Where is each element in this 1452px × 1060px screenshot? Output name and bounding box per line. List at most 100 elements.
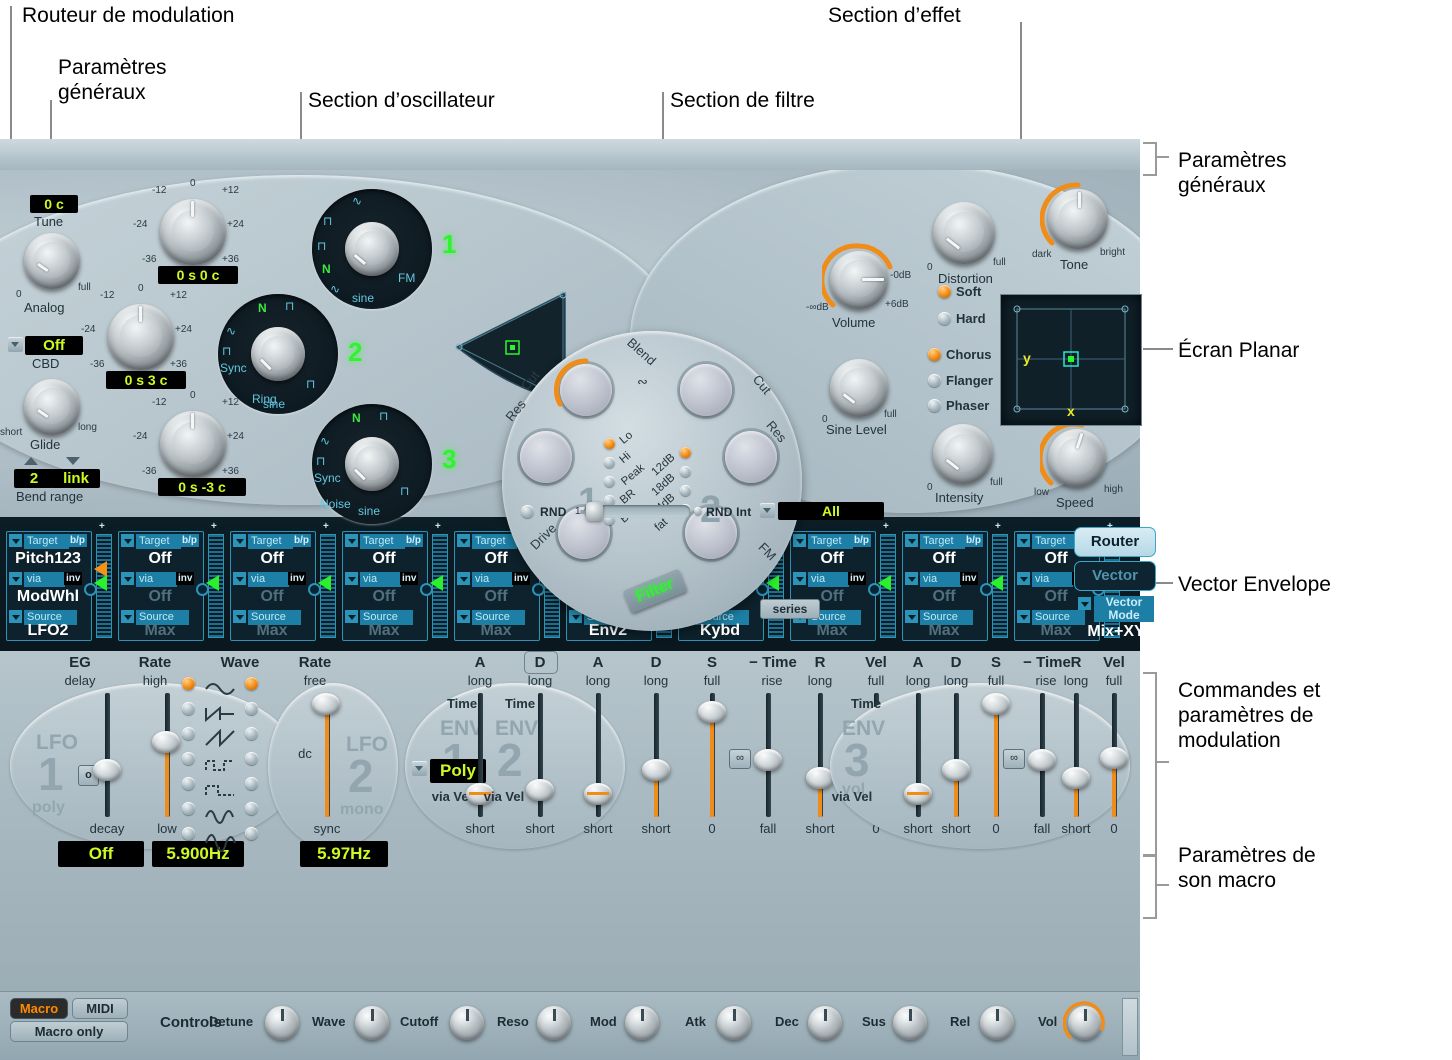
osc3-wave-square-glyph: ⊓ xyxy=(379,409,389,423)
rnd-led[interactable] xyxy=(521,505,534,518)
osc2-pitch-value[interactable]: 0 s 3 c xyxy=(106,371,186,389)
osc1-pitch-value[interactable]: 0 s 0 c xyxy=(158,266,238,284)
bend-range-value[interactable]: 2 xyxy=(14,469,54,488)
filter-slope-row-18[interactable] xyxy=(680,463,691,482)
intensity-max: full xyxy=(990,477,1003,488)
osc3-scale-minus24: -24 xyxy=(133,431,148,442)
filter2-res-knob[interactable] xyxy=(725,431,777,483)
macro-tab[interactable]: Macro xyxy=(10,998,68,1019)
macro-scrollbar[interactable] xyxy=(1122,998,1138,1056)
macro-knob-rel[interactable] xyxy=(980,1006,1014,1040)
sine-level-label: Sine Level xyxy=(826,422,887,437)
bend-link-value[interactable]: link xyxy=(52,469,100,488)
filter1-cut-arc xyxy=(554,358,589,407)
filter-slope-row-12[interactable] xyxy=(680,444,691,463)
bend-up-arrow[interactable] xyxy=(24,457,38,465)
osc3-pitch-knob[interactable] xyxy=(160,411,226,477)
filter1-res-knob[interactable] xyxy=(520,431,572,483)
osc3-wave-knob[interactable] xyxy=(345,437,399,491)
bend-down-arrow[interactable] xyxy=(66,457,80,465)
speed-arc xyxy=(1040,421,1085,486)
phaser-led[interactable] xyxy=(928,399,941,412)
osc2-pitch-knob[interactable] xyxy=(108,304,174,370)
midi-tab[interactable]: MIDI xyxy=(72,998,128,1019)
rnd-int-led[interactable] xyxy=(694,507,702,515)
filter-mode-row-hi[interactable] xyxy=(604,454,615,473)
analog-label: Analog xyxy=(24,300,65,315)
macro-only-button[interactable]: Macro only xyxy=(10,1021,128,1042)
macro-knob-label-mod: Mod xyxy=(590,1014,617,1029)
rnd-slider-thumb[interactable] xyxy=(586,502,603,521)
macro-knob-mod[interactable] xyxy=(625,1006,659,1040)
hard-label[interactable]: Hard xyxy=(956,311,986,326)
macro-knob-wave[interactable] xyxy=(355,1006,389,1040)
cbd-value[interactable]: Off xyxy=(25,336,83,355)
speed-max: high xyxy=(1104,484,1123,495)
osc3-wave-saw-glyph: ∿ xyxy=(320,434,331,448)
flanger-led[interactable] xyxy=(928,374,941,387)
intensity-knob[interactable] xyxy=(933,424,993,484)
filter-slope-led-18db[interactable] xyxy=(680,466,691,478)
macro-knob-reso[interactable] xyxy=(537,1006,571,1040)
volume-label: Volume xyxy=(832,315,876,330)
filter-blend-knob-icon[interactable]: ∾ xyxy=(637,374,648,390)
sine-level-knob[interactable] xyxy=(830,359,888,417)
filter-slope-led-24db[interactable] xyxy=(680,485,691,497)
analog-min: 0 xyxy=(16,289,22,300)
osc2-scale-plus36: +36 xyxy=(170,359,187,370)
rnd-target-dropdown-arrow[interactable] xyxy=(760,503,775,518)
osc1-wave-sine-glyph: ∿ xyxy=(352,194,363,208)
tune-label: Tune xyxy=(34,214,64,229)
osc2-wave-sync-label: Sync xyxy=(220,361,247,375)
filter-mode-row-lo[interactable] xyxy=(604,435,615,454)
filter-routing-button[interactable]: series xyxy=(760,599,820,619)
osc3-pitch-value[interactable]: 0 s -3 c xyxy=(158,478,246,496)
osc3-scale-plus12: +12 xyxy=(222,397,239,408)
chorus-led[interactable] xyxy=(928,348,941,361)
osc1-scale-minus12: -12 xyxy=(152,185,167,196)
cbd-dropdown-arrow[interactable] xyxy=(8,337,23,352)
filter2-cut-knob[interactable] xyxy=(680,364,732,416)
bracket-general-params-right xyxy=(1143,142,1157,176)
sine-level-max: full xyxy=(884,409,897,420)
filter-mode-row-peak[interactable] xyxy=(604,473,615,492)
leader-general-params-left xyxy=(50,100,52,139)
tune-value[interactable]: 0 c xyxy=(30,195,78,213)
filter-mode-led-hi[interactable] xyxy=(604,457,615,469)
macro-knob-cutoff[interactable] xyxy=(450,1006,484,1040)
intensity-label: Intensity xyxy=(935,490,984,505)
glide-knob[interactable] xyxy=(24,379,80,435)
osc2-wave-knob[interactable] xyxy=(251,327,305,381)
osc1-scale-plus24: +24 xyxy=(227,219,244,230)
soft-label[interactable]: Soft xyxy=(956,284,981,299)
glide-max: long xyxy=(78,422,97,433)
filter-slope-led-12db[interactable] xyxy=(680,447,691,459)
osc1-wave-max-label: FM xyxy=(398,271,416,285)
es2-synth-window: Poly Mono Legato 8 Voices Unison free Os… xyxy=(0,139,1156,1060)
hard-led[interactable] xyxy=(938,312,951,325)
planar-display[interactable]: y x xyxy=(1000,294,1142,426)
macro-knob-sus-pointer xyxy=(909,1009,912,1021)
distortion-knob[interactable] xyxy=(933,202,995,264)
glide-min: short xyxy=(0,427,23,438)
tone-label: Tone xyxy=(1060,257,1089,272)
macro-knob-sus[interactable] xyxy=(893,1006,927,1040)
rnd-label: RND xyxy=(540,505,567,519)
annotation-general-params-left: Paramètres généraux xyxy=(58,56,167,104)
macro-knob-dec[interactable] xyxy=(808,1006,842,1040)
flanger-label[interactable]: Flanger xyxy=(946,373,993,388)
macro-knob-atk[interactable] xyxy=(717,1006,751,1040)
rnd-target-value[interactable]: All xyxy=(778,502,884,520)
filter-slope-row-24[interactable] xyxy=(680,482,691,501)
osc1-pitch-knob[interactable] xyxy=(160,199,226,265)
soft-led[interactable] xyxy=(938,285,951,298)
macro-knob-detune[interactable] xyxy=(265,1006,299,1040)
filter-mode-led-lo[interactable] xyxy=(604,438,615,450)
phaser-label[interactable]: Phaser xyxy=(946,398,989,413)
chorus-label[interactable]: Chorus xyxy=(946,347,992,362)
macro-knob-dec-pointer xyxy=(824,1009,827,1021)
volume-mid: -0dB xyxy=(890,270,912,281)
filter-mode-led-peak[interactable] xyxy=(604,476,615,488)
analog-knob[interactable] xyxy=(24,233,80,289)
osc1-wave-knob[interactable] xyxy=(345,222,399,276)
